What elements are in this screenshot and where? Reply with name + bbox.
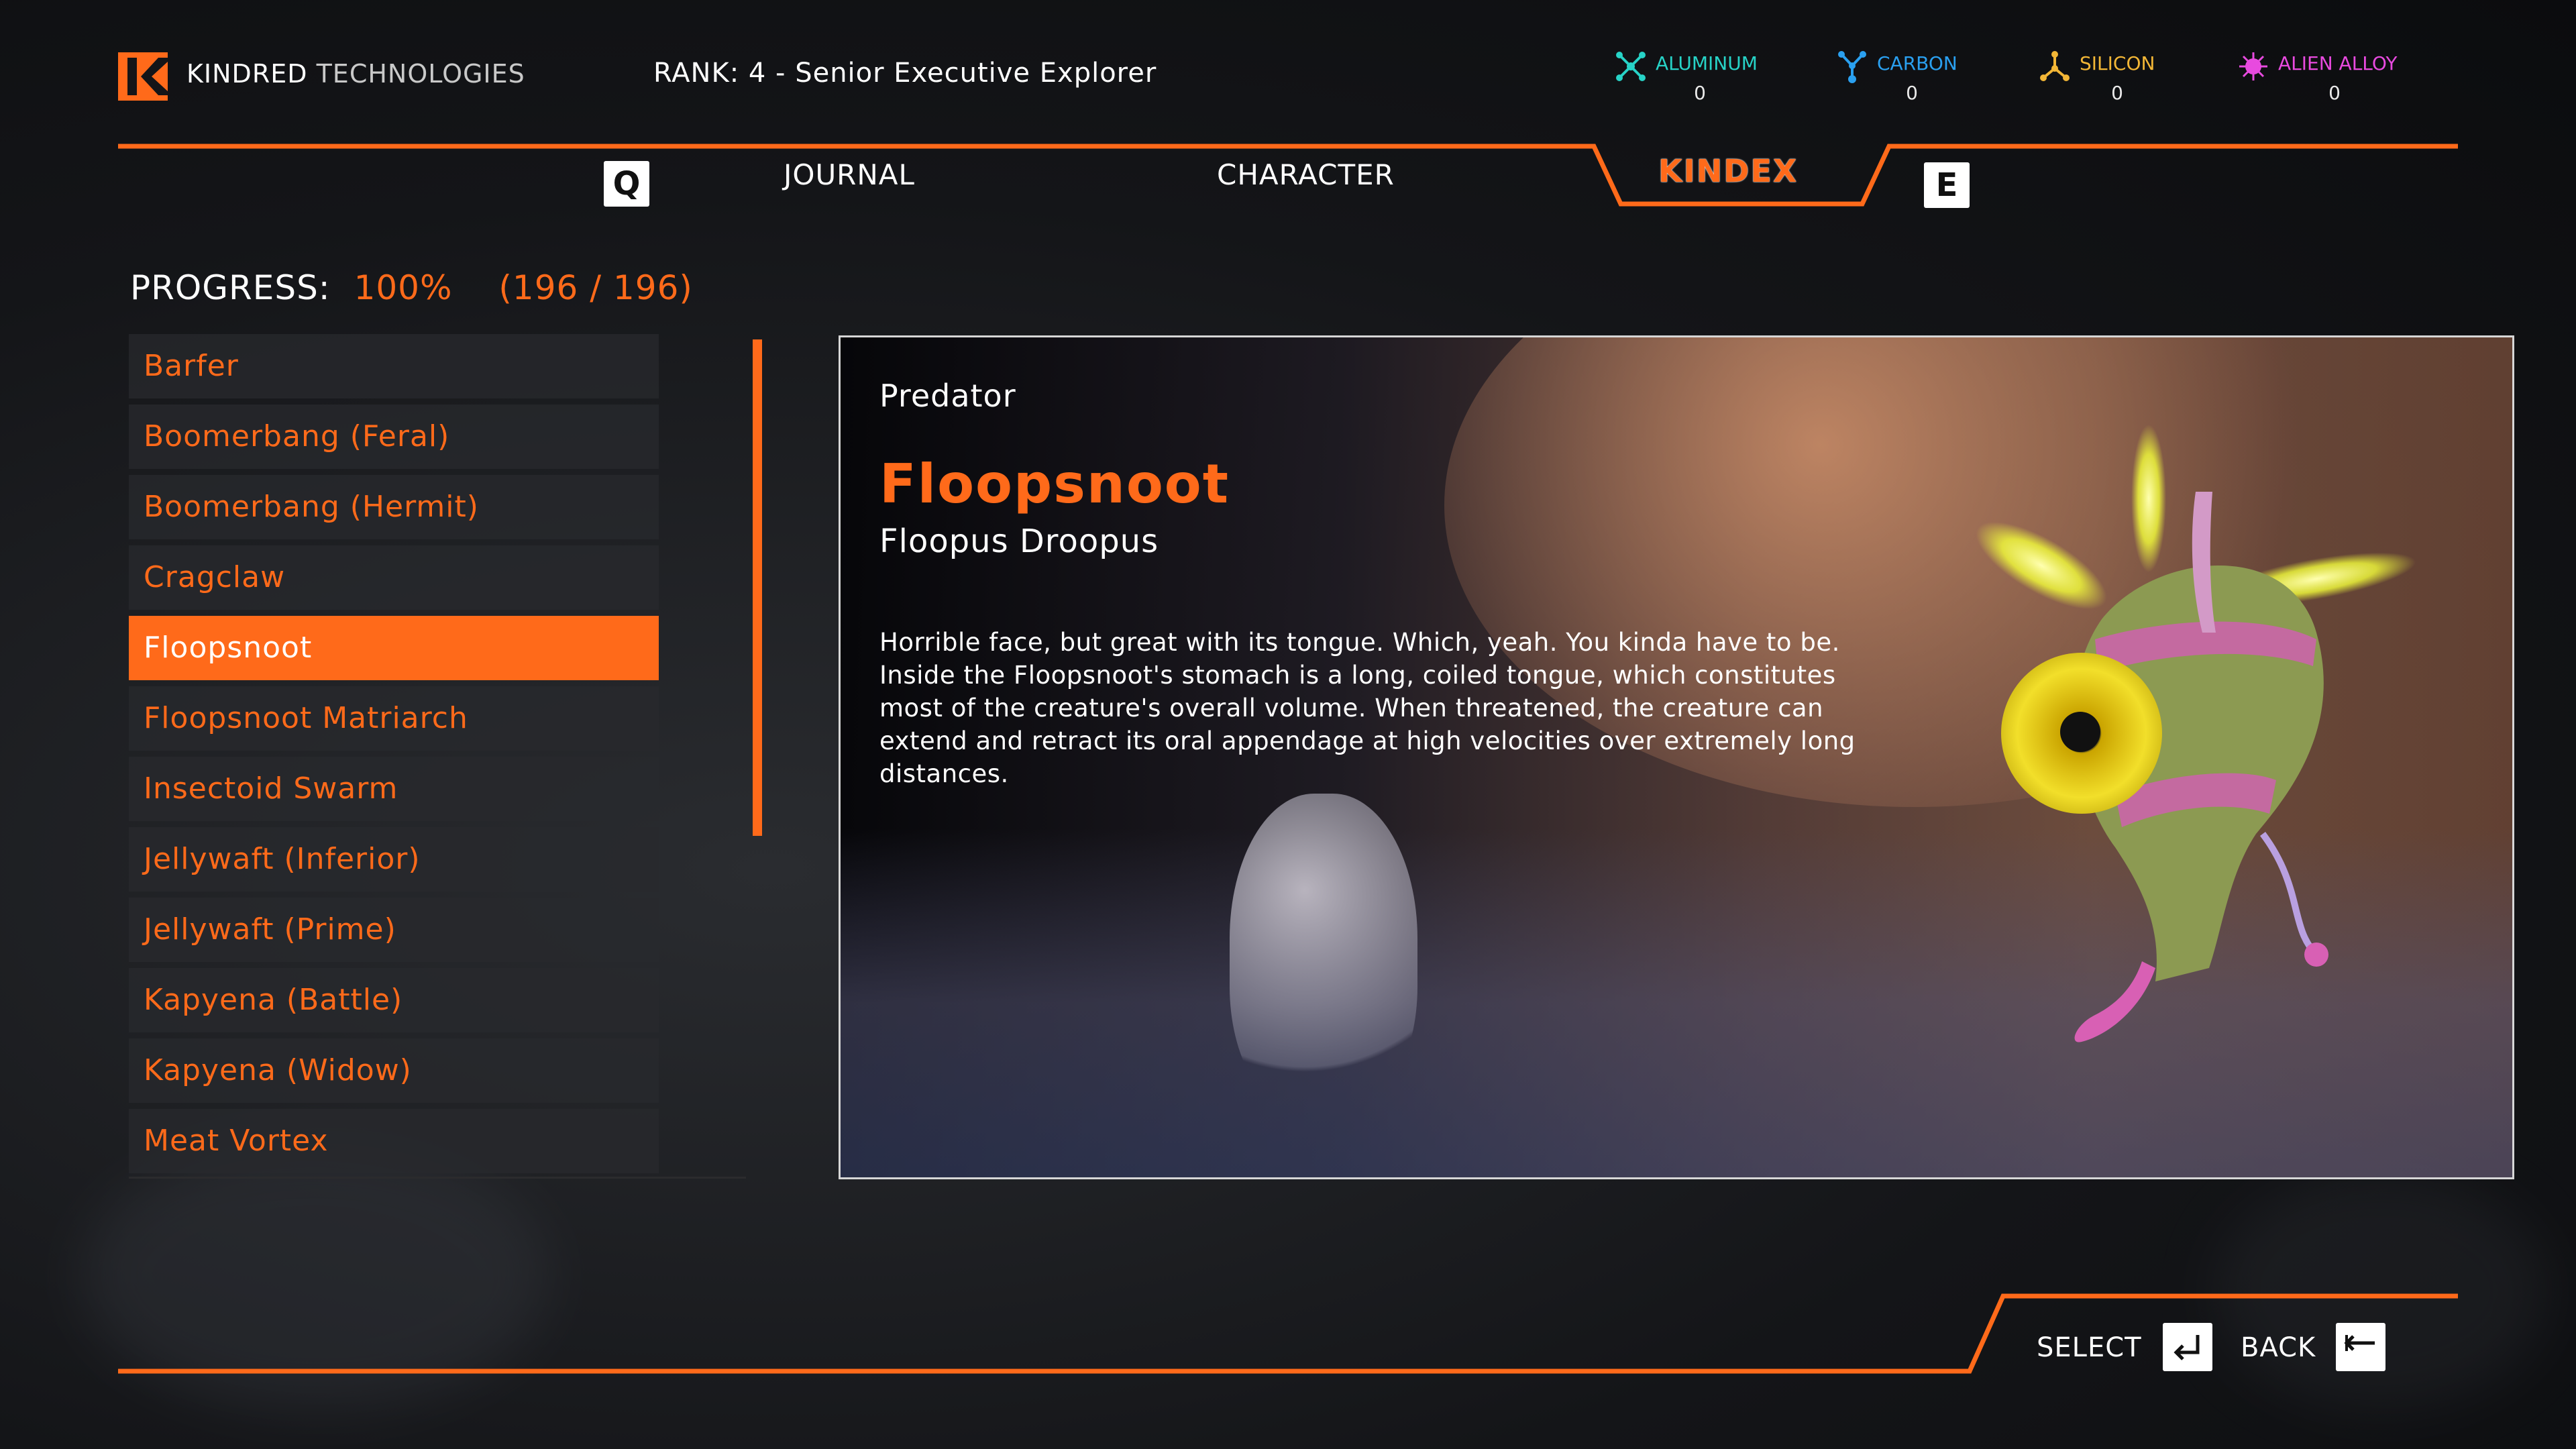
resource-value: 0 [1906,82,1918,104]
brand-name: KINDRED TECHNOLOGIES [186,59,525,89]
list-scrollbar[interactable] [753,339,762,836]
tab-journal[interactable]: JOURNAL [784,158,915,191]
resource-aluminum: ALUMINUM 0 [1614,48,1788,109]
resource-carbon: CARBON 0 [1835,48,2010,109]
resource-name: ALIEN ALLOY [2278,52,2398,74]
tab-kindex[interactable]: KINDEX [1658,153,1798,189]
backspace-arrow-icon [2344,1335,2375,1351]
select-label: SELECT [2037,1332,2142,1363]
list-item[interactable]: Jellywaft (Inferior) [129,827,659,892]
resource-silicon: SILICON 0 [2038,48,2212,109]
resource-name: CARBON [1877,52,1957,74]
progress-percent: 100% [354,268,453,307]
resource-value: 0 [1694,82,1706,104]
floopsnoot-creature-image [1976,425,2416,1042]
creature-name: Floopsnoot [879,453,1230,515]
brand-primary: KINDRED [186,59,308,89]
creature-detail-panel: Predator Floopsnoot Floopus Droopus Horr… [839,335,2514,1179]
list-item[interactable]: Kapyena (Widow) [129,1038,659,1103]
resource-name: ALUMINUM [1656,52,1758,74]
list-item[interactable]: Boomerbang (Hermit) [129,475,659,539]
brand-secondary: TECHNOLOGIES [316,59,525,89]
resource-alien-alloy: ALIEN ALLOY 0 [2237,48,2411,109]
progress-label: PROGRESS: [130,268,331,307]
prev-tab-key-q[interactable]: Q [604,161,649,207]
select-button[interactable] [2163,1323,2212,1371]
creature-scientific-name: Floopus Droopus [879,523,1159,560]
creature-category: Predator [879,378,1016,414]
resource-value: 0 [2111,82,2123,104]
list-item[interactable]: Floopsnoot Matriarch [129,686,659,751]
list-item[interactable]: Jellywaft (Prime) [129,898,659,962]
list-item[interactable]: Insectoid Swarm [129,757,659,821]
back-button[interactable] [2336,1323,2385,1371]
creature-description: Horrible face, but great with its tongue… [879,628,1856,788]
resource-value: 0 [2328,82,2341,104]
kindred-logo-icon [118,52,168,101]
carbon-molecule-icon [1838,51,1866,83]
resource-name: SILICON [2080,52,2155,74]
list-item[interactable]: Cragclaw [129,545,659,610]
next-tab-key-e[interactable]: E [1924,162,1970,208]
pale-rock [1230,794,1417,1116]
enter-key-icon [2174,1335,2200,1360]
aluminum-molecule-icon [1616,52,1646,81]
creature-list: Barfer Boomerbang (Feral) Boomerbang (He… [129,334,659,1179]
list-divider [129,1177,746,1179]
progress-count: (196 / 196) [498,268,693,307]
list-item[interactable]: Meat Vortex [129,1109,659,1173]
progress-readout: PROGRESS: 100% (196 / 196) [130,268,693,307]
silicon-molecule-icon [2040,51,2070,81]
list-item-selected[interactable]: Floopsnoot [129,616,659,680]
alien-alloy-icon [2239,52,2267,80]
rank-label: RANK: 4 - Senior Executive Explorer [653,58,1157,89]
back-label: BACK [2241,1332,2316,1363]
list-item[interactable]: Boomerbang (Feral) [129,405,659,469]
list-item[interactable]: Barfer [129,334,659,398]
list-item[interactable]: Kapyena (Battle) [129,968,659,1032]
tab-character[interactable]: CHARACTER [1217,158,1395,191]
